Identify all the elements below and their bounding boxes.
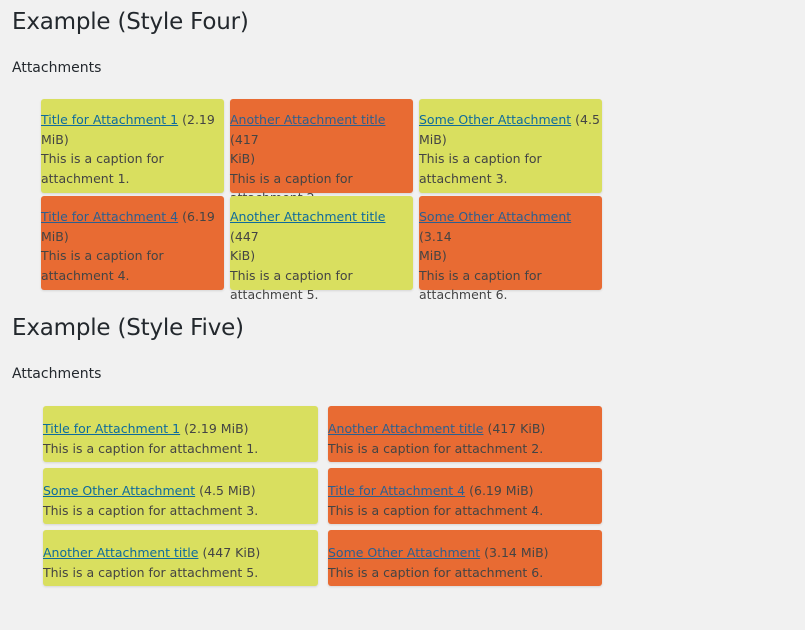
attachment-link[interactable]: Another Attachment title (43, 545, 198, 560)
attachment-caption: attachment 4. (41, 267, 130, 283)
attachment-caption: This is a caption for attachment 5. (43, 564, 259, 580)
attachment-caption: This is a caption for attachment 3. (43, 502, 259, 518)
attachment-caption: This is a caption for (230, 170, 353, 186)
attachment-size: (6.19 MiB) (469, 483, 534, 498)
attachment-size: (4.5 MiB) (199, 483, 256, 498)
attachment-caption: attachment 5. (230, 287, 319, 302)
attachment-card: Title for Attachment 1 (2.19 MiB) This i… (43, 406, 318, 462)
attachment-caption: This is a caption for attachment 4. (328, 502, 544, 518)
attachment-size: (447 KiB) (202, 545, 261, 560)
attachment-size: (4.5 (575, 112, 600, 127)
attachment-caption: This is a caption for (41, 151, 164, 166)
attachment-caption: attachment 3. (419, 170, 508, 186)
attachment-link[interactable]: Some Other Attachment (419, 209, 571, 224)
attachment-size: (3.14 (419, 228, 452, 244)
attachment-caption: This is a caption for (419, 151, 542, 166)
attachment-card: Title for Attachment 1 (2.19 MiB) This i… (41, 99, 224, 193)
attachment-card: Some Other Attachment (4.5 MiB) This is … (43, 468, 318, 524)
attachment-caption: attachment 1. (41, 170, 130, 186)
style-five-title: Example (Style Five) (12, 315, 244, 341)
attachment-size-unit: MiB) (419, 131, 447, 147)
attachment-size: (2.19 (182, 112, 215, 127)
attachment-link[interactable]: Another Attachment title (230, 112, 385, 127)
attachment-caption: This is a caption for attachment 1. (43, 440, 259, 456)
attachment-caption: attachment 6. (419, 287, 508, 302)
attachment-size: (417 (230, 131, 259, 147)
attachment-caption: This is a caption for attachment 6. (328, 564, 544, 580)
attachment-size-unit: MiB) (419, 248, 447, 263)
attachment-card: Another Attachment title (417 KiB) This … (328, 406, 602, 462)
attachment-size: (2.19 MiB) (184, 421, 249, 436)
attachment-size-unit: KiB) (230, 248, 256, 263)
attachment-size: (3.14 MiB) (484, 545, 549, 560)
style-four-title: Example (Style Four) (12, 9, 249, 35)
attachment-link[interactable]: Some Other Attachment (328, 545, 480, 560)
attachment-card: Another Attachment title (447 KiB) This … (230, 196, 413, 302)
attachment-link[interactable]: Title for Attachment 4 (328, 483, 465, 498)
attachment-link[interactable]: Title for Attachment 1 (43, 421, 180, 436)
attachment-card: Another Attachment title (447 KiB) This … (43, 530, 318, 586)
attachment-link[interactable]: Another Attachment title (230, 209, 385, 224)
attachment-size: (417 KiB) (487, 421, 546, 436)
attachment-caption: This is a caption for (41, 248, 164, 263)
attachment-link[interactable]: Some Other Attachment (419, 112, 571, 127)
attachment-size: (6.19 (182, 209, 215, 224)
attachment-caption: This is a caption for attachment 2. (328, 440, 544, 456)
attachment-link[interactable]: Another Attachment title (328, 421, 483, 436)
attachment-card: Another Attachment title (417 KiB) This … (230, 99, 413, 205)
style-four-subtitle: Attachments (12, 60, 102, 76)
attachment-card: Title for Attachment 4 (6.19 MiB) This i… (328, 468, 602, 524)
attachment-card: Some Other Attachment (3.14 MiB) This is… (328, 530, 602, 586)
attachment-size-unit: KiB) (230, 151, 256, 166)
attachment-link[interactable]: Some Other Attachment (43, 483, 195, 498)
attachment-size-unit: MiB) (41, 228, 69, 244)
attachment-link[interactable]: Title for Attachment 1 (41, 112, 178, 127)
style-five-subtitle: Attachments (12, 366, 102, 382)
attachment-link[interactable]: Title for Attachment 4 (41, 209, 178, 224)
attachment-card: Title for Attachment 4 (6.19 MiB) This i… (41, 196, 224, 290)
attachment-size-unit: MiB) (41, 131, 69, 147)
attachment-card: Some Other Attachment (3.14 MiB) This is… (419, 196, 602, 302)
attachment-caption: This is a caption for (230, 267, 353, 283)
attachment-card: Some Other Attachment (4.5 MiB) This is … (419, 99, 602, 193)
attachment-caption: This is a caption for (419, 267, 542, 283)
attachment-size: (447 (230, 228, 259, 244)
